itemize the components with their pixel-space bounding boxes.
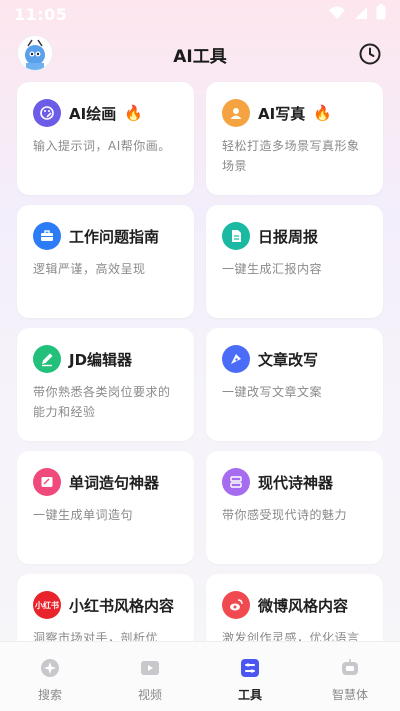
- tab-search[interactable]: 搜索: [10, 656, 90, 703]
- tool-grid: AI绘画 🔥 输入提示词，AI帮你画。 AI写真 🔥 轻松打造多场景写真形象场景…: [17, 82, 383, 687]
- card-title: 单词造句神器: [69, 473, 160, 492]
- tool-card-ai-portrait[interactable]: AI写真 🔥 轻松打造多场景写真形象场景: [206, 82, 383, 195]
- tools-icon: [238, 656, 262, 680]
- tab-tools[interactable]: 工具: [210, 656, 290, 703]
- pen-nib-icon: [222, 345, 250, 373]
- fire-icon: 🔥: [124, 104, 143, 122]
- fire-icon: 🔥: [313, 104, 332, 122]
- tool-card-daily-report[interactable]: 日报周报 一键生成汇报内容: [206, 205, 383, 318]
- card-description: 轻松打造多场景写真形象场景: [222, 139, 360, 173]
- tool-card-word-sentence[interactable]: 单词造句神器 一键生成单词造句: [17, 451, 194, 564]
- avatar-image: [18, 36, 52, 70]
- weibo-icon: [222, 591, 250, 619]
- tab-label: 视频: [137, 688, 162, 702]
- video-icon: [138, 656, 162, 680]
- palette-icon: [33, 99, 61, 127]
- card-title: 日报周报: [258, 227, 319, 246]
- tool-card-work-guide[interactable]: 工作问题指南 逻辑严谨，高效呈现: [17, 205, 194, 318]
- card-title: 现代诗神器: [258, 473, 334, 492]
- xiaohongshu-logo-icon: 小红书: [33, 591, 61, 619]
- tool-card-ai-painting[interactable]: AI绘画 🔥 输入提示词，AI帮你画。: [17, 82, 194, 195]
- card-description: 一键生成汇报内容: [222, 262, 323, 276]
- clock-icon: [359, 43, 381, 65]
- card-title: 微博风格内容: [258, 596, 349, 615]
- tab-label: 工具: [237, 688, 262, 702]
- portrait-icon: [222, 99, 250, 127]
- tool-card-modern-poetry[interactable]: 现代诗神器 带你感受现代诗的魅力: [206, 451, 383, 564]
- history-button[interactable]: [358, 42, 382, 66]
- card-description: 输入提示词，AI帮你画。: [33, 139, 171, 153]
- card-title: 工作问题指南: [69, 227, 160, 246]
- xiaohongshu-logo-text: 小红书: [35, 600, 59, 610]
- status-bar: 11:05: [0, 0, 400, 28]
- tool-card-article-rewrite[interactable]: 文章改写 一键改写文章文案: [206, 328, 383, 441]
- write-icon: [33, 468, 61, 496]
- battery-icon: [376, 4, 386, 24]
- signal-icon: [354, 5, 368, 24]
- tab-label: 智慧体: [331, 688, 368, 702]
- page-title: AI工具: [173, 46, 227, 67]
- ai-agent-icon: [338, 656, 362, 680]
- status-icons: [328, 4, 386, 24]
- tab-agent[interactable]: 智慧体: [310, 656, 390, 703]
- card-title: 小红书风格内容: [69, 596, 175, 615]
- briefcase-icon: [33, 222, 61, 250]
- card-title: AI绘画: [69, 104, 117, 123]
- poem-icon: [222, 468, 250, 496]
- document-icon: [222, 222, 250, 250]
- search-sparkle-icon: [38, 656, 62, 680]
- tool-card-jd-editor[interactable]: JD编辑器 带你熟悉各类岗位要求的能力和经验: [17, 328, 194, 441]
- card-description: 一键改写文章文案: [222, 385, 323, 399]
- card-description: 带你感受现代诗的魅力: [222, 508, 348, 522]
- tab-video[interactable]: 视频: [110, 656, 190, 703]
- card-title: AI写真: [258, 104, 306, 123]
- card-description: 逻辑严谨，高效呈现: [33, 262, 146, 276]
- edit-icon: [33, 345, 61, 373]
- bottom-tab-bar: 搜索 视频 工具 智慧体: [0, 641, 400, 711]
- card-title: JD编辑器: [69, 350, 133, 369]
- avatar[interactable]: [18, 36, 52, 70]
- header: AI工具: [0, 36, 400, 72]
- card-title: 文章改写: [258, 350, 319, 369]
- card-description: 一键生成单词造句: [33, 508, 134, 522]
- wifi-icon: [328, 5, 346, 24]
- tab-label: 搜索: [37, 688, 62, 702]
- card-description: 带你熟悉各类岗位要求的能力和经验: [33, 385, 171, 419]
- status-time: 11:05: [14, 4, 68, 24]
